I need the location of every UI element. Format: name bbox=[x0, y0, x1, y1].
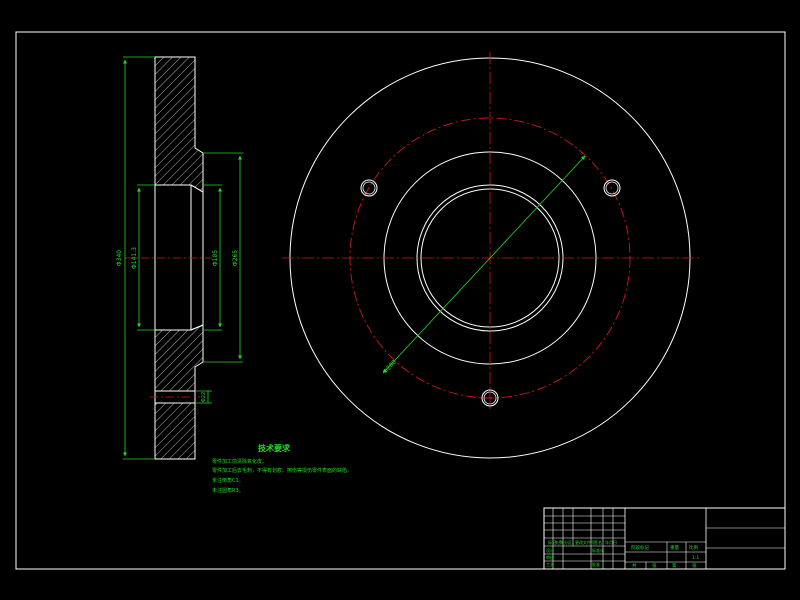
cad-drawing-canvas: Φ340 Φ141.3 Φ185 Φ265 Φ22 Φ280 技术要求 零件加工… bbox=[15, 31, 786, 570]
tb-date: 年月日 bbox=[605, 539, 617, 545]
tb-approve: 批准 bbox=[592, 561, 600, 567]
dim-bolt-circle: Φ280 bbox=[382, 359, 398, 376]
tech-note-1: 零件加工前清除氧化皮。 bbox=[212, 458, 267, 465]
dim-hub-outer: Φ265 bbox=[232, 250, 239, 266]
tb-design: 设计 bbox=[546, 547, 554, 553]
dim-bolt-hole: Φ22 bbox=[201, 392, 207, 402]
tb-sheet-no: 第 bbox=[672, 562, 677, 569]
tb-weight: 重量 bbox=[670, 544, 679, 551]
bolt-hole-2 bbox=[603, 179, 621, 197]
dim-bore: Φ141.3 bbox=[131, 247, 138, 269]
tb-sheet-unit-2: 张 bbox=[692, 562, 697, 569]
tb-stage-mark: 阶段标记 bbox=[631, 544, 649, 551]
plan-view: Φ280 bbox=[282, 52, 700, 459]
title-block: 标记 处数 分区 更改文件号 签名 年月日 设计 标准化 审核 工艺 批准 阶段… bbox=[543, 507, 786, 570]
tb-scale-value: 1:1 bbox=[692, 555, 699, 561]
section-view: Φ340 Φ141.3 Φ185 Φ265 Φ22 bbox=[116, 56, 243, 460]
tb-standardize: 标准化 bbox=[592, 547, 604, 553]
tech-notes-title: 技术要求 bbox=[258, 443, 291, 453]
tb-sheet-unit-1: 张 bbox=[652, 562, 657, 569]
tb-sign: 签名 bbox=[594, 539, 602, 545]
tb-process: 工艺 bbox=[546, 562, 554, 567]
tech-note-3: 未注倒角C1。 bbox=[212, 477, 244, 484]
dim-outer-diameter: Φ340 bbox=[116, 250, 123, 266]
tb-zone: 分区 bbox=[564, 539, 572, 545]
dim-line-bolt-circle bbox=[382, 155, 586, 374]
tb-sheet-total: 共 bbox=[632, 562, 637, 569]
tb-count: 处数 bbox=[555, 539, 563, 545]
tb-change-doc: 更改文件号 bbox=[575, 539, 595, 545]
tb-scale: 比例 bbox=[689, 544, 698, 551]
tech-notes: 技术要求 零件加工前清除氧化皮。 零件加工后去毛刺，不得有划痕、擦伤等损伤零件表… bbox=[212, 443, 352, 494]
tech-note-4: 未注圆角R3。 bbox=[212, 487, 244, 494]
tech-note-2: 零件加工后去毛刺，不得有划痕、擦伤等损伤零件表面的缺陷。 bbox=[212, 467, 352, 474]
section-upper-hatch bbox=[154, 56, 204, 193]
tb-review: 审核 bbox=[546, 554, 554, 560]
drawing-border bbox=[15, 31, 786, 570]
dim-hub-inner: Φ185 bbox=[212, 250, 219, 266]
